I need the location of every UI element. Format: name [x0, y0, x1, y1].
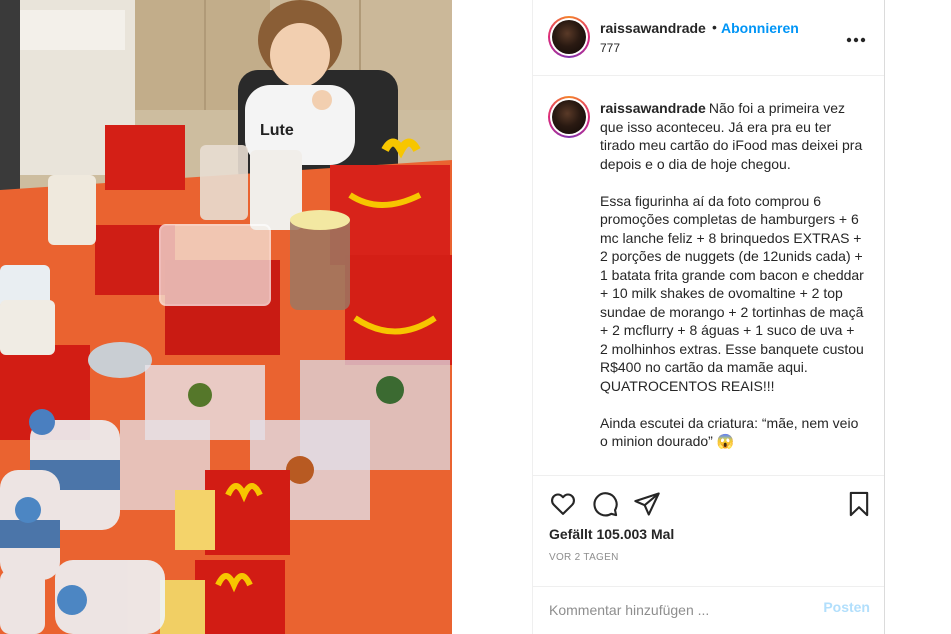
comment-form: Posten	[533, 586, 884, 634]
comment-input[interactable]	[549, 599, 799, 621]
post-location[interactable]: 777	[600, 41, 620, 55]
post-comment-button[interactable]: Posten	[823, 599, 870, 615]
post-photo[interactable]: Lute	[0, 0, 452, 634]
comments-scroll-area[interactable]: raissawandrade Não foi a primeira vez que…	[533, 77, 884, 475]
post-actions: Gefällt 105.003 Mal VOR 2 TAGEN	[533, 475, 884, 585]
post-timestamp[interactable]: VOR 2 TAGEN	[549, 552, 619, 563]
post-header: raissawandrade • Abonnieren 777	[533, 0, 884, 76]
header-username[interactable]: raissawandrade	[600, 20, 706, 36]
svg-text:Lute: Lute	[260, 122, 294, 139]
heart-icon[interactable]	[549, 490, 577, 518]
caption-username[interactable]: raissawandrade	[600, 100, 706, 116]
header-separator: •	[712, 19, 717, 35]
more-options-icon[interactable]	[846, 27, 866, 48]
comment-bubble-icon[interactable]	[591, 490, 619, 518]
caption-avatar[interactable]	[548, 96, 590, 138]
avatar[interactable]	[548, 16, 590, 58]
follow-button[interactable]: Abonnieren	[721, 20, 799, 36]
post-side-panel: raissawandrade • Abonnieren 777 raissawa…	[532, 0, 885, 634]
likes-count[interactable]: Gefällt 105.003 Mal	[549, 526, 674, 542]
bookmark-icon[interactable]	[845, 490, 873, 518]
caption-text: Não foi a primeira vez que isso acontece…	[600, 100, 864, 449]
photo-illustration: Lute	[0, 0, 452, 634]
paper-plane-icon[interactable]	[633, 490, 661, 518]
post-caption: raissawandrade Não foi a primeira vez que…	[600, 99, 865, 451]
